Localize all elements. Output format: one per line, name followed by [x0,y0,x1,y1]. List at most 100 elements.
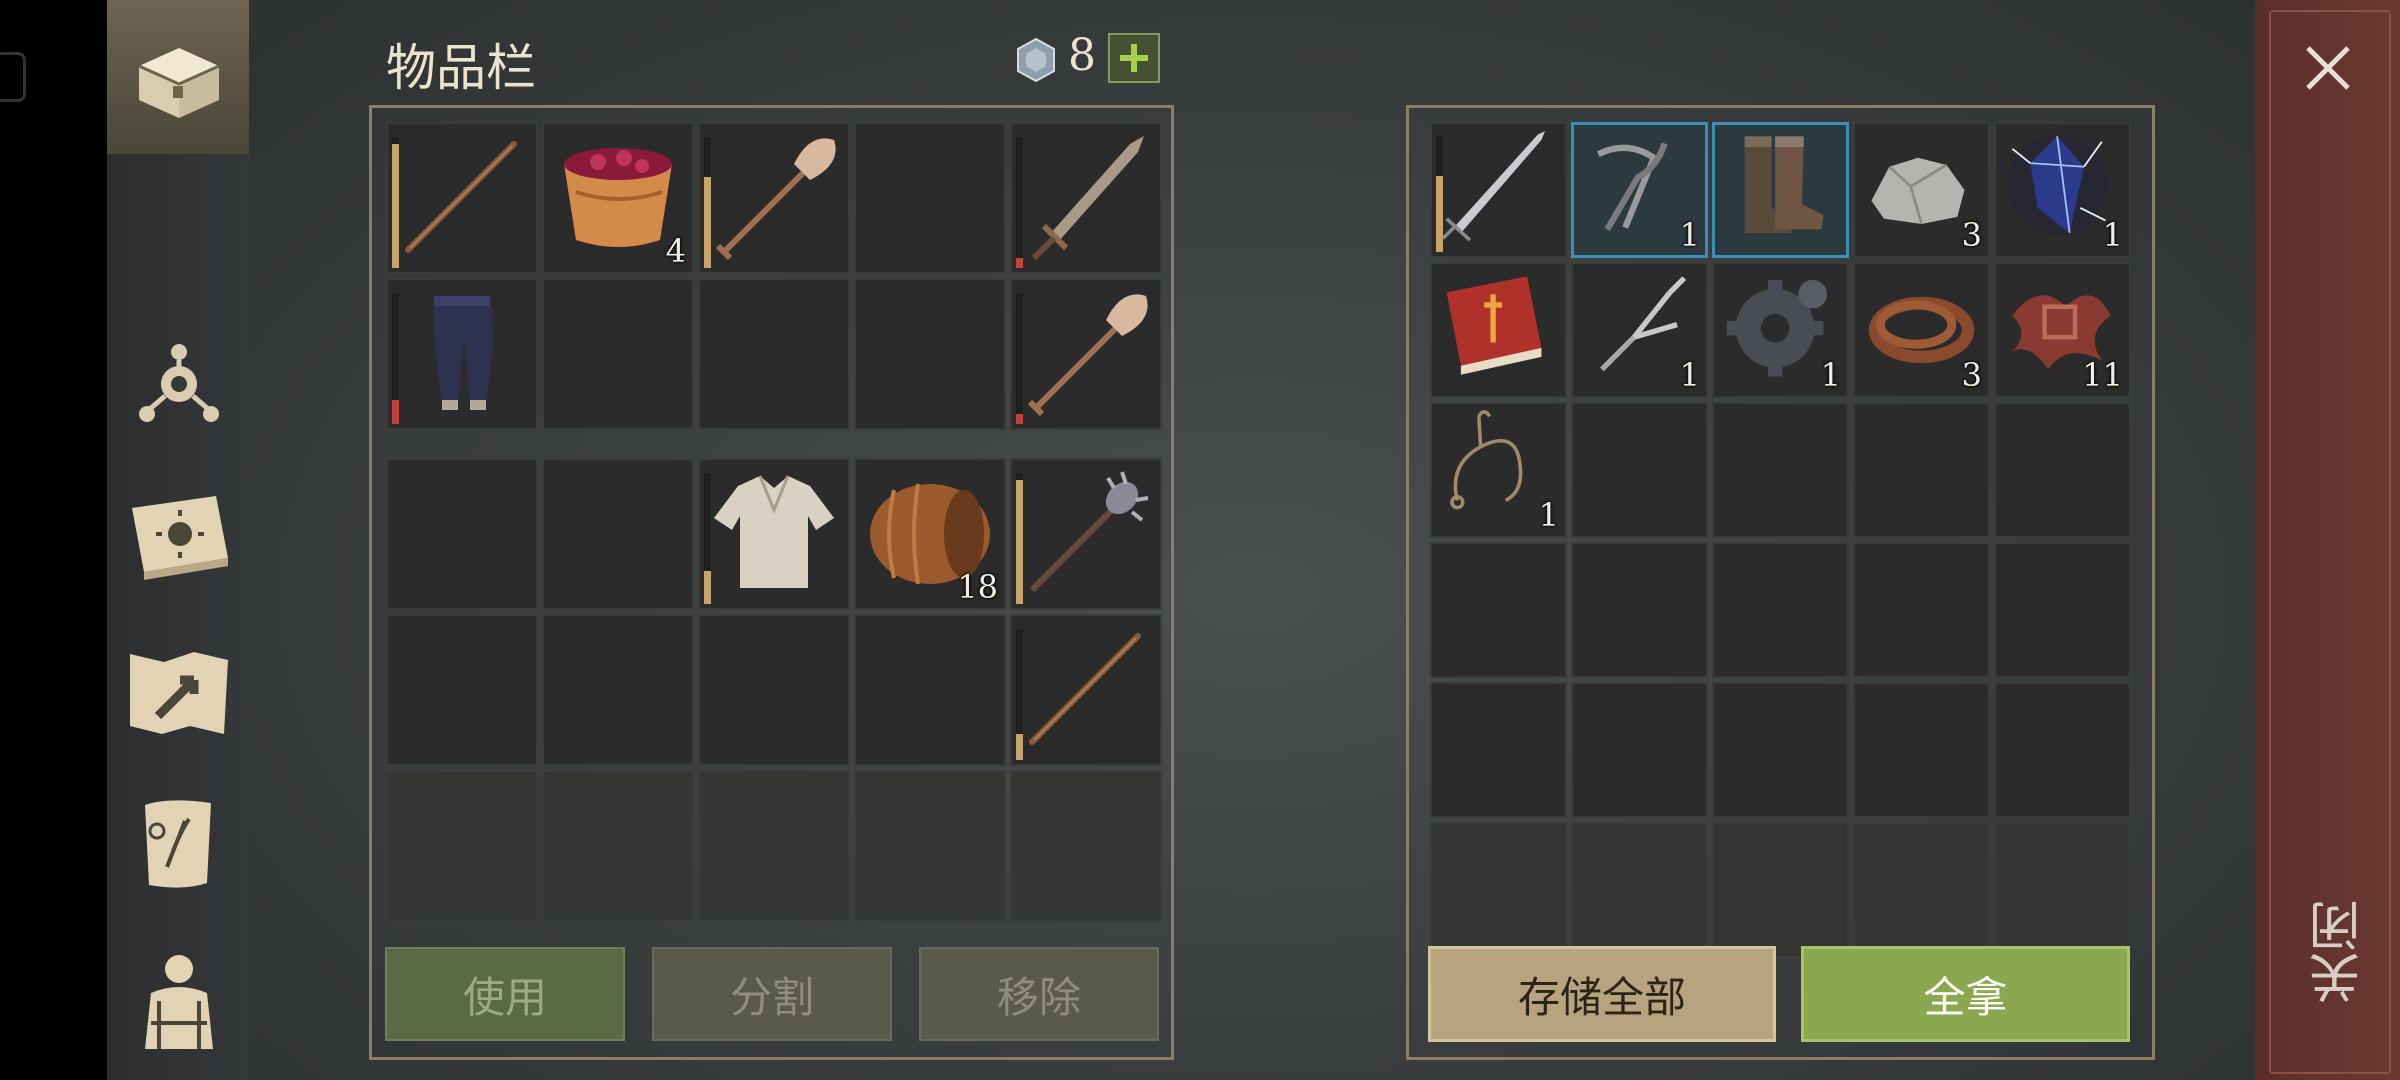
item-count: 1 [2102,216,2123,254]
backpack-slot[interactable] [1010,458,1162,610]
durability-bar [1016,629,1023,760]
wooden-staff-icon [1010,614,1162,766]
red-book-icon [1430,262,1567,398]
sun-book-icon[interactable] [123,482,235,594]
container-slot[interactable] [1994,542,2131,678]
container-slot[interactable] [1430,542,1567,678]
hotbar-slot[interactable] [386,122,538,274]
container-slot[interactable] [1571,682,1708,818]
container-slot[interactable]: 11 [1994,262,2131,398]
sidebar [107,0,249,1080]
container-slot[interactable] [1994,682,2131,818]
backpack-slot[interactable] [542,614,694,766]
hotbar-slot[interactable]: 4 [542,122,694,274]
hotbar-slot[interactable] [698,278,850,430]
item-count: 11 [2082,356,2123,394]
container-slot[interactable] [1712,822,1849,958]
hotbar-grid: 4 [386,122,1162,430]
backpack-grid: 18 [386,458,1162,922]
container-slot[interactable] [1712,682,1849,818]
container-slot[interactable]: 1 [1571,122,1708,258]
container-slot[interactable]: 3 [1853,262,1990,398]
hotbar-slot[interactable] [854,278,1006,430]
hotbar-slot[interactable] [1010,122,1162,274]
screen-edge [0,0,107,1080]
container-slot[interactable] [1853,542,1990,678]
store-all-button[interactable]: 存储全部 [1428,946,1776,1042]
durability-bar [392,293,399,424]
container-slot[interactable] [1994,402,2131,538]
container-slot[interactable] [1571,542,1708,678]
container-slot[interactable]: 1 [1712,262,1849,398]
close-x-icon[interactable] [2300,40,2356,96]
leather-boots-icon [1712,122,1849,258]
backpack-slot[interactable] [1010,770,1162,922]
item-count: 3 [1961,356,1982,394]
container-slot[interactable]: 3 [1853,122,1990,258]
hotbar-slot[interactable] [386,278,538,430]
container-slot[interactable] [1853,402,1990,538]
cloth-shirt-icon [698,458,850,610]
container-slot[interactable] [1994,822,2131,958]
bronze-sword-icon [1010,122,1162,274]
map-icon[interactable] [123,636,235,748]
container-slot[interactable] [1853,682,1990,818]
long-sword-icon [1430,122,1567,258]
hotbar-slot[interactable] [1010,278,1162,430]
durability-bar [1016,137,1023,268]
durability-bar [1016,473,1023,604]
backpack-slot[interactable] [854,614,1006,766]
item-count: 1 [1679,216,1700,254]
wooden-staff-icon [386,122,538,274]
shovel-icon [698,122,850,274]
backpack-slot[interactable] [698,770,850,922]
container-slot[interactable] [1712,122,1849,258]
container-slot[interactable]: 1 [1994,122,2131,258]
backpack-slot[interactable] [386,770,538,922]
dark-pants-icon [386,278,538,430]
durability-bar [704,137,711,268]
chest-icon[interactable] [123,20,235,132]
backpack-slot[interactable] [698,614,850,766]
backpack-slot[interactable] [1010,614,1162,766]
close-label[interactable]: 关闭 [2302,900,2370,1004]
character-icon[interactable] [123,944,235,1056]
container-slot[interactable] [1712,542,1849,678]
plus-icon [1120,44,1148,72]
add-currency-button[interactable] [1108,33,1160,83]
container-slot[interactable] [1430,682,1567,818]
skill-tree-icon[interactable] [123,326,235,438]
container-slot[interactable]: 1 [1571,262,1708,398]
container-slot[interactable] [1430,122,1567,258]
take-all-button[interactable]: 全拿 [1801,946,2130,1042]
container-slot[interactable] [1430,262,1567,398]
backpack-slot[interactable] [854,770,1006,922]
container-slot[interactable] [1571,822,1708,958]
item-count: 3 [1961,216,1982,254]
hotbar-slot[interactable] [698,122,850,274]
shovel-icon [1010,278,1162,430]
backpack-slot[interactable] [386,614,538,766]
backpack-slot[interactable] [542,458,694,610]
backpack-slot[interactable]: 18 [854,458,1006,610]
backpack-slot[interactable] [542,770,694,922]
split-button[interactable]: 分割 [652,947,892,1041]
container-grid: 1 3 1 1 1 3 11 1 [1430,122,2131,958]
hotbar-slot[interactable] [854,122,1006,274]
container-slot[interactable] [1571,402,1708,538]
container-slot[interactable] [1430,822,1567,958]
item-count: 1 [1679,356,1700,394]
item-count: 4 [665,232,686,270]
container-slot[interactable] [1712,402,1849,538]
hotbar-slot[interactable] [542,278,694,430]
backpack-slot[interactable] [386,458,538,610]
durability-bar [392,137,399,268]
container-slot[interactable]: 1 [1430,402,1567,538]
camera-notch [0,52,26,102]
remove-button[interactable]: 移除 [919,947,1159,1041]
container-slot[interactable] [1853,822,1990,958]
use-button[interactable]: 使用 [385,947,625,1041]
backpack-slot[interactable] [698,458,850,610]
durability-bar [1016,293,1023,424]
scroll-icon[interactable] [123,790,235,902]
